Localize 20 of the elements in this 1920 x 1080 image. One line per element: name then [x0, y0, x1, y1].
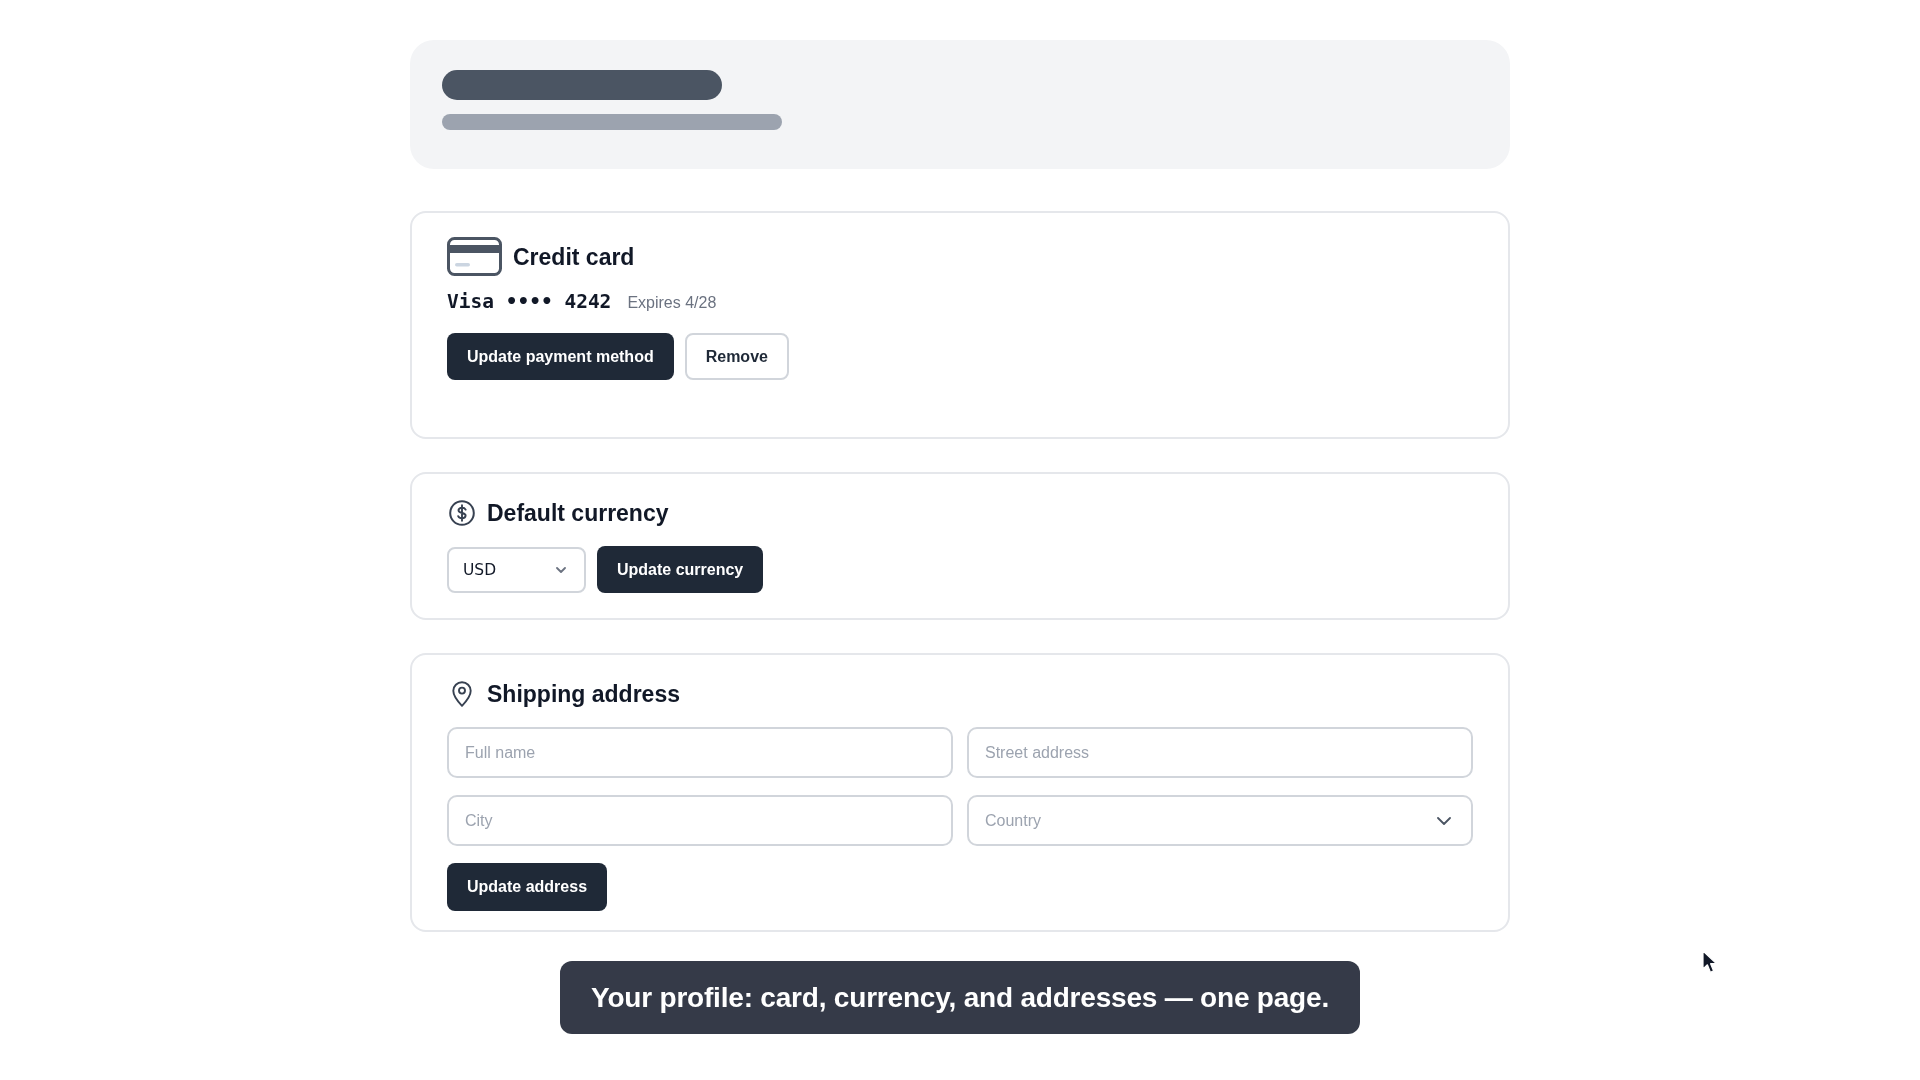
action-button[interactable]: Update currency [597, 546, 764, 593]
expiry-date: Expires 4/28 [627, 293, 717, 313]
action-button[interactable]: Update address [447, 863, 608, 911]
section-title: Shipping address [487, 680, 680, 709]
text-input[interactable]: Street address [967, 727, 1473, 778]
card-number: Visa •••• 4242 [447, 290, 612, 314]
caption-banner: Your profile: card, currency, and addresses — one page. [560, 961, 1360, 1034]
chevron-down-icon [1437, 816, 1451, 825]
location-pin-icon [452, 681, 472, 707]
chevron-down-icon [556, 566, 566, 573]
action-button[interactable]: Update payment method [447, 333, 674, 380]
section-title: Credit card [513, 242, 635, 272]
action-button[interactable]: Remove [684, 333, 789, 380]
pointer-icon [1702, 950, 1718, 974]
currency-select[interactable]: USD [447, 546, 586, 593]
credit-card-icon [447, 237, 502, 276]
section-title: Default currency [487, 499, 669, 528]
dollar-circle-icon [449, 500, 475, 526]
text-input[interactable]: City [447, 795, 953, 846]
text-input[interactable]: Full name [447, 727, 953, 778]
